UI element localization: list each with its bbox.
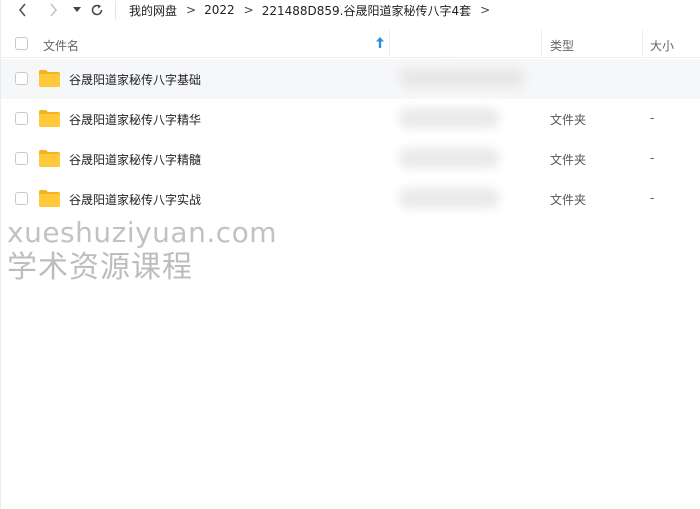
caret-down-icon bbox=[73, 7, 81, 12]
file-row[interactable]: 谷晟阳道家秘传八字基础 bbox=[1, 59, 700, 99]
file-browser: 我的网盘 > 2022 > 221488D859.谷晟阳道家秘传八字4套 > 文… bbox=[0, 0, 700, 509]
breadcrumb-separator: > bbox=[243, 3, 254, 17]
refresh-button[interactable] bbox=[89, 0, 105, 20]
breadcrumb: 我的网盘 > 2022 > 221488D859.谷晟阳道家秘传八字4套 > bbox=[129, 0, 498, 20]
file-row[interactable]: 谷晟阳道家秘传八字实战 文件夹 - bbox=[1, 179, 700, 219]
column-divider[interactable] bbox=[642, 30, 643, 58]
column-header: 文件名 类型 大小 bbox=[1, 30, 700, 77]
file-size: - bbox=[650, 191, 655, 205]
file-row[interactable]: 谷晟阳道家秘传八字精华 文件夹 - bbox=[1, 99, 700, 139]
column-divider[interactable] bbox=[541, 30, 542, 58]
column-divider[interactable] bbox=[389, 30, 390, 58]
file-type: 文件夹 bbox=[550, 153, 587, 167]
history-dropdown-button[interactable] bbox=[69, 0, 85, 20]
select-all-checkbox[interactable] bbox=[15, 37, 28, 50]
row-checkbox[interactable] bbox=[15, 72, 28, 85]
column-type-header[interactable]: 类型 bbox=[550, 37, 574, 54]
blurred-cell bbox=[399, 68, 525, 88]
file-size: - bbox=[650, 111, 655, 125]
folder-icon bbox=[39, 150, 60, 167]
forward-button[interactable] bbox=[45, 0, 61, 20]
file-size: - bbox=[650, 151, 655, 165]
breadcrumb-separator: > bbox=[480, 3, 491, 17]
back-button[interactable] bbox=[15, 0, 31, 20]
blurred-cell bbox=[399, 148, 499, 168]
folder-icon bbox=[39, 70, 60, 87]
sort-ascending-icon[interactable] bbox=[376, 37, 384, 48]
breadcrumb-item-current[interactable]: 221488D859.谷晟阳道家秘传八字4套 bbox=[262, 2, 471, 19]
chevron-left-icon bbox=[18, 3, 26, 17]
file-name[interactable]: 谷晟阳道家秘传八字实战 bbox=[69, 191, 201, 208]
watermark: xueshuziyuan.com 学术资源课程 bbox=[7, 219, 277, 283]
blurred-cell bbox=[399, 188, 499, 208]
file-row[interactable]: 谷晟阳道家秘传八字精髓 文件夹 - bbox=[1, 139, 700, 179]
breadcrumb-separator: > bbox=[186, 3, 197, 17]
chevron-right-icon bbox=[50, 3, 58, 17]
column-name-header[interactable]: 文件名 bbox=[43, 37, 79, 54]
file-name[interactable]: 谷晟阳道家秘传八字精髓 bbox=[69, 151, 201, 168]
folder-icon bbox=[39, 190, 60, 207]
nav-divider bbox=[115, 1, 116, 19]
blurred-cell bbox=[399, 108, 499, 128]
watermark-text: 学术资源课程 bbox=[7, 250, 193, 285]
navigation-bar: 我的网盘 > 2022 > 221488D859.谷晟阳道家秘传八字4套 > bbox=[1, 0, 700, 22]
file-type: 文件夹 bbox=[550, 193, 587, 207]
row-checkbox[interactable] bbox=[15, 192, 28, 205]
row-checkbox[interactable] bbox=[15, 112, 28, 125]
file-name[interactable]: 谷晟阳道家秘传八字精华 bbox=[69, 111, 201, 128]
column-size-header[interactable]: 大小 bbox=[650, 37, 674, 54]
file-type: 文件夹 bbox=[550, 113, 587, 127]
row-checkbox[interactable] bbox=[15, 152, 28, 165]
file-name[interactable]: 谷晟阳道家秘传八字基础 bbox=[69, 71, 201, 88]
breadcrumb-item-year[interactable]: 2022 bbox=[204, 3, 235, 17]
breadcrumb-item-root[interactable]: 我的网盘 bbox=[129, 2, 177, 19]
folder-icon bbox=[39, 110, 60, 127]
watermark-url: xueshuziyuan.com bbox=[7, 216, 278, 249]
refresh-icon bbox=[91, 4, 103, 16]
